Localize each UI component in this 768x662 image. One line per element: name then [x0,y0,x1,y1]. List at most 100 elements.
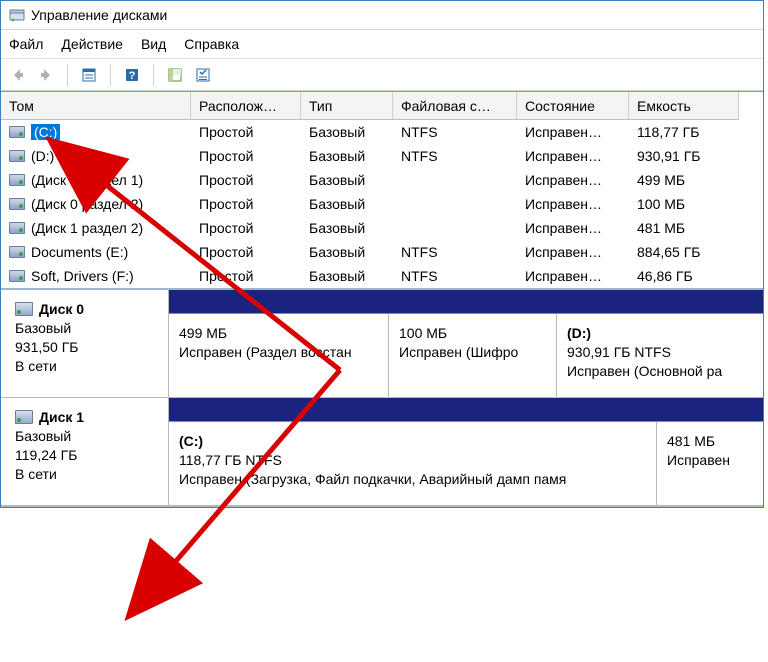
partition-size: 100 МБ [399,324,546,343]
cell-layout: Простой [191,268,301,284]
col-layout-header[interactable]: Располож… [191,92,301,120]
cell-capacity: 499 МБ [629,172,739,188]
disk-state: В сети [15,465,158,484]
col-fs-header[interactable]: Файловая с… [393,92,517,120]
back-button[interactable] [7,64,29,86]
table-header: Том Располож… Тип Файловая с… Состояние … [1,92,763,120]
partition[interactable]: (D:) 930,91 ГБ NTFS Исправен (Основной р… [557,314,763,397]
volume-icon [9,222,25,234]
disk-name: Диск 0 [39,300,84,319]
menu-action[interactable]: Действие [61,36,123,52]
cell-type: Базовый [301,268,393,284]
partition-status: Исправен [667,451,753,470]
cell-type: Базовый [301,148,393,164]
cell-status: Исправен… [517,124,629,140]
cell-type: Базовый [301,124,393,140]
cell-type: Базовый [301,244,393,260]
volume-name: (D:) [31,148,54,164]
cell-fs: NTFS [393,268,517,284]
disk-state: В сети [15,357,158,376]
menu-file[interactable]: Файл [9,36,43,52]
disk-size: 119,24 ГБ [15,446,158,465]
cell-capacity: 46,86 ГБ [629,268,739,284]
volume-name: (Диск 0 раздел 2) [31,196,143,212]
volume-icon [9,174,25,186]
cell-layout: Простой [191,172,301,188]
volume-name: (Диск 1 раздел 2) [31,220,143,236]
cell-capacity: 930,91 ГБ [629,148,739,164]
col-volume-header[interactable]: Том [1,92,191,120]
layout-button-1[interactable] [164,64,186,86]
help-button[interactable]: ? [121,64,143,86]
properties-button[interactable] [78,64,100,86]
cell-capacity: 118,77 ГБ [629,124,739,140]
disk-header-bar [169,290,763,314]
disk-info-panel[interactable]: Диск 1 Базовый 119,24 ГБ В сети [1,398,169,505]
cell-layout: Простой [191,244,301,260]
app-icon [9,8,25,24]
cell-layout: Простой [191,148,301,164]
partition-label: (C:) [179,432,646,451]
table-row[interactable]: (Диск 0 раздел 1) Простой Базовый Исправ… [1,168,763,192]
toolbar: ? [1,59,763,91]
cell-capacity: 481 МБ [629,220,739,236]
disk-icon [15,302,33,316]
graphical-view: Диск 0 Базовый 931,50 ГБ В сети 499 МБ И… [1,288,763,507]
disk-partitions: (C:) 118,77 ГБ NTFS Исправен (Загрузка, … [169,398,763,505]
menu-help[interactable]: Справка [184,36,239,52]
cell-fs: NTFS [393,244,517,260]
cell-type: Базовый [301,220,393,236]
layout-button-2[interactable] [192,64,214,86]
toolbar-separator [110,64,111,86]
toolbar-separator [153,64,154,86]
forward-button[interactable] [35,64,57,86]
disk-size: 931,50 ГБ [15,338,158,357]
partition[interactable]: 499 МБ Исправен (Раздел восстан [169,314,389,397]
cell-capacity: 100 МБ [629,196,739,212]
table-row[interactable]: (C:) Простой Базовый NTFS Исправен… 118,… [1,120,763,144]
cell-status: Исправен… [517,148,629,164]
partition-status: Исправен (Раздел восстан [179,343,378,362]
table-row[interactable]: (Диск 0 раздел 2) Простой Базовый Исправ… [1,192,763,216]
disk-icon [15,410,33,424]
partition[interactable]: (C:) 118,77 ГБ NTFS Исправен (Загрузка, … [169,422,657,505]
cell-status: Исправен… [517,196,629,212]
volume-name: (C:) [31,124,60,140]
volume-table: Том Располож… Тип Файловая с… Состояние … [1,91,763,288]
cell-status: Исправен… [517,220,629,236]
window-title: Управление дисками [31,7,167,25]
volume-name: Documents (E:) [31,244,128,260]
partition-status: Исправен (Шифро [399,343,546,362]
col-status-header[interactable]: Состояние [517,92,629,120]
partition-status: Исправен (Основной ра [567,362,753,381]
volume-icon [9,270,25,282]
volume-icon [9,126,25,138]
cell-fs: NTFS [393,124,517,140]
disk-partitions: 499 МБ Исправен (Раздел восстан 100 МБ И… [169,290,763,397]
partition-status: Исправен (Загрузка, Файл подкачки, Авари… [179,470,646,489]
table-row[interactable]: (D:) Простой Базовый NTFS Исправен… 930,… [1,144,763,168]
cell-layout: Простой [191,220,301,236]
table-row[interactable]: Soft, Drivers (F:) Простой Базовый NTFS … [1,264,763,288]
col-type-header[interactable]: Тип [301,92,393,120]
cell-status: Исправен… [517,268,629,284]
partition[interactable]: 481 МБ Исправен [657,422,763,505]
table-row[interactable]: (Диск 1 раздел 2) Простой Базовый Исправ… [1,216,763,240]
disk-name: Диск 1 [39,408,84,427]
menu-view[interactable]: Вид [141,36,166,52]
partition-label: (D:) [567,324,753,343]
disk-row: Диск 1 Базовый 119,24 ГБ В сети (C:) 118… [1,398,763,506]
cell-fs: NTFS [393,148,517,164]
cell-status: Исправен… [517,244,629,260]
disk-info-panel[interactable]: Диск 0 Базовый 931,50 ГБ В сети [1,290,169,397]
volume-name: (Диск 0 раздел 1) [31,172,143,188]
col-capacity-header[interactable]: Емкость [629,92,739,120]
table-row[interactable]: Documents (E:) Простой Базовый NTFS Испр… [1,240,763,264]
titlebar: Управление дисками [1,1,763,30]
partition-size: 118,77 ГБ NTFS [179,451,646,470]
toolbar-separator [67,64,68,86]
menubar: Файл Действие Вид Справка [1,30,763,59]
disk-header-bar [169,398,763,422]
cell-type: Базовый [301,172,393,188]
partition[interactable]: 100 МБ Исправен (Шифро [389,314,557,397]
